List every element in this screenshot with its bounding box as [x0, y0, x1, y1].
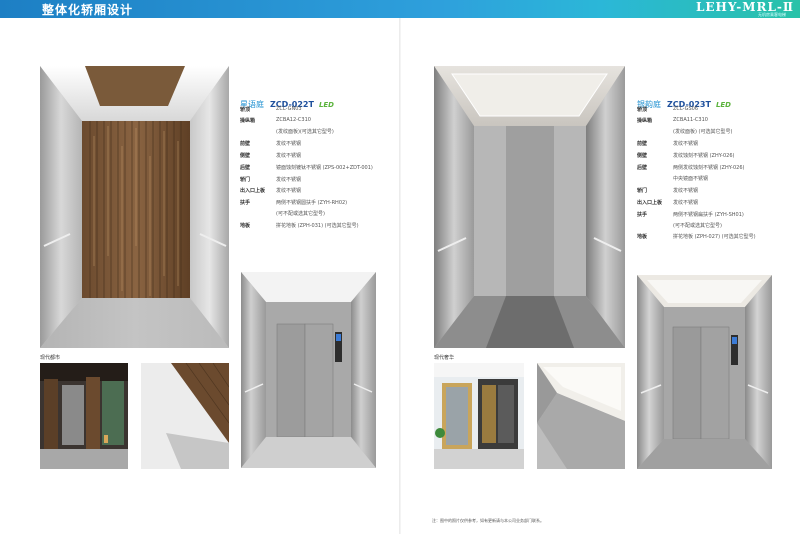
spec-value: (发纹面板)(可选其它型号) — [276, 129, 334, 135]
spec-value: 两侧不锈钢圆扶手 (ZYH-RH02) — [276, 200, 348, 206]
spec-key: 侧壁 — [240, 153, 251, 159]
spec-key: 扶手 — [240, 200, 251, 206]
spec-key: 轿门 — [240, 177, 251, 183]
footnote: 注：图中的照片仅供参考，如有更新请与本公司业务部门联系。 — [432, 518, 544, 523]
lobby-photo-left — [40, 363, 128, 469]
spec-value: 拼花地板 (ZPH-031) (可选其它型号) — [276, 223, 359, 229]
spec-key: 轿顶 — [637, 107, 648, 113]
spec-value: 中央镜面不锈钢 — [673, 176, 709, 182]
spec-value: (可不配或选其它型号) — [276, 211, 325, 217]
spec-key: 侧壁 — [637, 153, 648, 159]
spec-value: ZCBA11-C310 — [673, 117, 708, 123]
spec-key: 前壁 — [240, 141, 251, 147]
scene-caption-right: 现代奢华 — [434, 355, 455, 361]
page-title: 整体化轿厢设计 — [42, 3, 134, 17]
spec-value: 拼花地板 (ZPH-027) (可选其它型号) — [673, 234, 756, 240]
spec-value: ZCL-GS06 — [673, 106, 699, 112]
spec-key: 操纵箱 — [637, 118, 653, 124]
spec-value: 发纹不锈钢 — [276, 177, 302, 183]
ceiling-closeup-photo-left — [141, 363, 229, 469]
brand-subtitle: 无机房乘客电梯 — [758, 12, 786, 17]
door-view-photo-right — [637, 275, 772, 469]
spec-value: 两侧发纹蚀刻不锈钢 (ZHY-026) — [673, 165, 745, 171]
main-cabin-photo-left — [40, 66, 229, 348]
spec-value: 发纹蚀刻不锈钢 (ZHY-026) — [673, 153, 735, 159]
spec-value: 发纹不锈钢 — [276, 188, 302, 194]
spec-key: 地板 — [240, 223, 251, 229]
lobby-photo-right — [434, 363, 524, 469]
spec-key: 操纵箱 — [240, 118, 256, 124]
spec-key: 地板 — [637, 234, 648, 240]
spec-value: ZCL-GN03 — [276, 106, 302, 112]
spec-key: 后壁 — [240, 165, 251, 171]
spec-value: 发纹不锈钢 — [673, 188, 699, 194]
door-view-photo-left — [241, 272, 376, 468]
spec-list-left: 轿顶 ZCL-GN03 操纵箱 ZCBA12-C310 (发纹面板)(可选其它型号)… — [240, 106, 390, 236]
spec-value: 发纹不锈钢 — [276, 141, 302, 147]
spec-value: 发纹不锈钢 — [673, 200, 699, 206]
spec-key: 轿门 — [637, 188, 648, 194]
ceiling-closeup-photo-right — [537, 363, 625, 469]
scene-caption-left: 现代都市 — [40, 355, 61, 361]
page-spine — [399, 18, 401, 534]
spec-value: (发纹面板) (可选其它型号) — [673, 129, 733, 135]
spec-value: 镜面蚀刻镀钛不锈钢 (ZPS-002+ZDT-001) — [276, 165, 373, 171]
spec-key: 后壁 — [637, 165, 648, 171]
spec-key: 扶手 — [637, 212, 648, 218]
spec-value: 发纹不锈钢 — [276, 153, 302, 159]
spec-list-right: 轿顶 ZCL-GS06 操纵箱 ZCBA11-C310 (发纹面板) (可选其它型号… — [637, 106, 787, 241]
spec-value: 发纹不锈钢 — [673, 141, 699, 147]
spec-value: (可不配或选其它型号) — [673, 223, 722, 229]
spec-value: 两侧不锈钢扁扶手 (ZYH-SH01) — [673, 212, 744, 218]
spec-key: 出入口上板 — [240, 188, 266, 194]
spec-key: 轿顶 — [240, 107, 251, 113]
spec-value: ZCBA12-C310 — [276, 117, 311, 123]
main-cabin-photo-right — [434, 66, 625, 348]
spec-key: 前壁 — [637, 141, 648, 147]
page-header: 整体化轿厢设计 LEHY-MRL-Ⅱ 无机房乘客电梯 — [0, 0, 800, 18]
spec-key: 出入口上板 — [637, 200, 663, 206]
